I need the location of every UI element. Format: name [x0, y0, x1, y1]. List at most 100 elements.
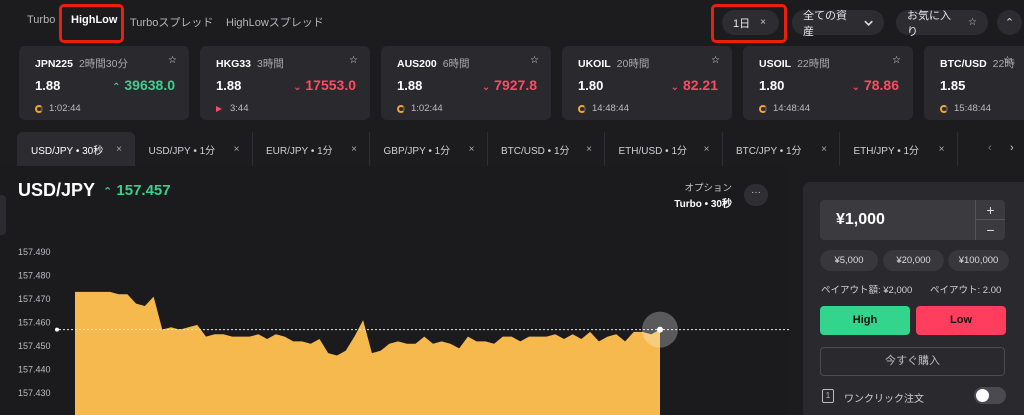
asset-card[interactable]: AUS200 6時間 ☆ 1.88 ⌄ 7927.8 1:02:44	[381, 46, 551, 120]
y-tick-label: 157.450	[18, 341, 51, 351]
preset-100000[interactable]: ¥100,000	[948, 250, 1009, 271]
star-icon[interactable]: ☆	[711, 55, 720, 66]
card-price: ⌄ 17553.0	[293, 77, 356, 93]
card-symbol: HKG33 3時間	[216, 58, 284, 70]
card-payout: 1.88	[35, 78, 61, 93]
asset-tab[interactable]: EUR/JPY • 1分 ×	[252, 132, 370, 166]
side-drawer-handle[interactable]	[0, 195, 6, 235]
chart-symbol: USD/JPY	[18, 180, 96, 200]
asset-tab-label: BTC/JPY • 1分	[736, 145, 802, 157]
asset-tab-label: USD/JPY • 1分	[148, 145, 216, 157]
asset-card[interactable]: BTC/USD 22時 ☆ 1.85 15:48:44	[924, 46, 1024, 120]
card-duration: 2時間30分	[78, 58, 128, 70]
tab-turbo-spread[interactable]: Turboスプレッド	[130, 14, 213, 30]
asset-tab[interactable]: BTC/USD • 1分 ×	[487, 132, 605, 166]
tab-turbo[interactable]: Turbo	[27, 14, 55, 26]
increase-button[interactable]: +	[975, 200, 1005, 220]
one-click-toggle[interactable]	[974, 387, 1006, 404]
card-duration: 22時間	[797, 58, 830, 70]
timer-ring-icon	[35, 104, 43, 113]
down-arrow-icon: ⌄	[293, 82, 302, 93]
one-click-label: ワンクリック注文	[844, 394, 924, 405]
buy-now-button[interactable]: 今すぐ購入	[820, 347, 1005, 376]
close-icon[interactable]: ×	[821, 144, 827, 155]
card-countdown: 1:02:44	[35, 103, 81, 114]
card-countdown: 15:48:44	[940, 103, 991, 114]
up-arrow-icon: ⌃	[112, 82, 121, 93]
play-icon	[216, 105, 222, 112]
card-countdown: 1:02:44	[397, 103, 443, 114]
favorites-label: お気に入り	[907, 9, 951, 38]
asset-tab[interactable]: GBP/JPY • 1分 ×	[370, 132, 488, 166]
card-symbol: USOIL 22時間	[759, 58, 830, 70]
close-icon[interactable]: ×	[939, 144, 945, 155]
card-duration: 20時間	[616, 58, 650, 70]
card-payout: 1.80	[578, 78, 604, 93]
toggle-knob	[976, 389, 989, 402]
asset-card[interactable]: JPN225 2時間30分 ☆ 1.88 ⌃ 39638.0 1:02:44	[19, 46, 189, 120]
card-symbol: UKOIL 20時間	[578, 58, 650, 70]
card-countdown: 14:48:44	[578, 103, 629, 114]
asset-tab[interactable]: ETH/JPY • 1分 ×	[840, 132, 958, 166]
star-icon[interactable]: ☆	[892, 55, 901, 66]
card-price: ⌃ 39638.0	[112, 77, 175, 93]
close-icon[interactable]: ×	[234, 144, 240, 155]
scroll-left-icon[interactable]: ‹	[988, 142, 992, 154]
asset-tab[interactable]: ETH/USD • 1分 ×	[605, 132, 723, 166]
chevron-down-icon	[864, 20, 873, 26]
collapse-button[interactable]: ⌃	[997, 10, 1022, 35]
asset-filter-label: 全ての資産	[803, 9, 847, 38]
price-area	[75, 291, 660, 415]
asset-tab-label: ETH/USD • 1分	[618, 145, 688, 157]
y-tick-label: 157.460	[18, 318, 51, 328]
scroll-right-icon[interactable]: ›	[1010, 142, 1014, 154]
close-icon[interactable]: ×	[469, 144, 475, 155]
star-icon[interactable]: ☆	[349, 55, 358, 66]
asset-tab[interactable]: USD/JPY • 1分 ×	[135, 132, 253, 166]
card-duration: 3時間	[257, 58, 284, 70]
star-icon[interactable]: ☆	[530, 55, 539, 66]
tab-highlow-spread[interactable]: HighLowスプレッド	[226, 14, 324, 30]
asset-card[interactable]: UKOIL 20時間 ☆ 1.80 ⌄ 82.21 14:48:44	[562, 46, 732, 120]
close-icon[interactable]: ×	[586, 144, 592, 155]
asset-tab[interactable]: BTC/JPY • 1分 ×	[722, 132, 840, 166]
card-payout: 1.88	[216, 78, 242, 93]
low-button[interactable]: Low	[916, 306, 1006, 335]
down-arrow-icon: ⌄	[670, 82, 680, 93]
option-value: Turbo • 30秒	[674, 199, 732, 210]
asset-filter[interactable]: 全ての資産	[792, 10, 884, 38]
y-tick-label: 157.490	[18, 247, 51, 257]
chevron-up-icon: ⌃	[1004, 17, 1015, 29]
timer-ring-icon	[940, 104, 948, 113]
close-icon[interactable]: ×	[116, 144, 122, 155]
more-icon[interactable]: ···	[744, 184, 768, 206]
preset-20000[interactable]: ¥20,000	[883, 250, 944, 271]
asset-tab[interactable]: USD/JPY • 30秒 ×	[17, 132, 135, 166]
payout-rate: ペイアウト: 2.00	[930, 285, 1002, 296]
card-duration: 6時間	[442, 58, 470, 70]
card-payout: 1.88	[397, 78, 423, 93]
asset-tab-label: ETH/JPY • 1分	[853, 145, 920, 157]
option-label: オプション	[684, 183, 732, 194]
asset-card[interactable]: USOIL 22時間 ☆ 1.80 ⌄ 78.86 14:48:44	[743, 46, 913, 120]
star-icon[interactable]: ☆	[1003, 55, 1012, 66]
star-icon[interactable]: ☆	[168, 55, 177, 66]
timer-ring-icon	[759, 104, 767, 113]
high-button[interactable]: High	[820, 306, 910, 335]
asset-card[interactable]: HKG33 3時間 ☆ 1.88 ⌄ 17553.0 3:44	[200, 46, 370, 120]
price-chart[interactable]: 157.490 157.480 157.470 157.460 157.450 157.4…	[0, 240, 790, 415]
chart-price: ⌃ 157.457	[103, 182, 171, 199]
card-countdown: 3:44	[216, 103, 249, 114]
close-icon[interactable]: ×	[704, 144, 710, 155]
close-icon[interactable]: ×	[351, 144, 357, 155]
card-payout: 1.85	[940, 78, 966, 93]
card-symbol: JPN225 2時間30分	[35, 58, 128, 70]
preset-5000[interactable]: ¥5,000	[820, 250, 878, 271]
card-symbol: AUS200 6時間	[397, 58, 470, 70]
star-icon: ☆	[968, 17, 977, 28]
favorites-button[interactable]: お気に入り ☆	[896, 10, 988, 38]
amount-input[interactable]: ¥1,000 + −	[820, 200, 1005, 240]
y-tick-label: 157.430	[18, 388, 51, 398]
up-arrow-icon: ⌃	[103, 186, 113, 198]
decrease-button[interactable]: −	[975, 220, 1005, 240]
